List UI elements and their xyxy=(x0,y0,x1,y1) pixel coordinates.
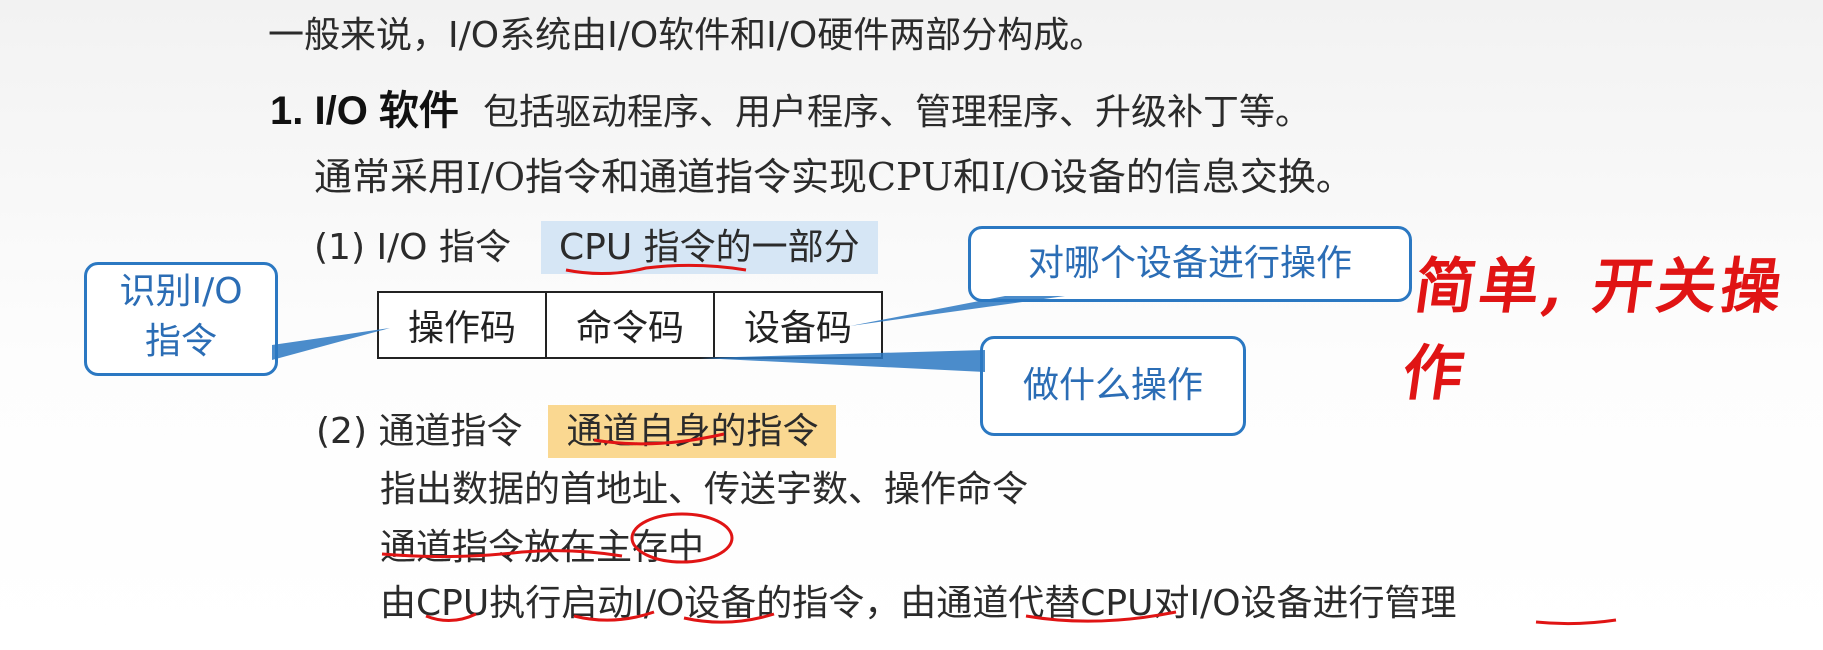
command-code-cell: 命令码 xyxy=(545,291,715,359)
channel-instruction-row: (2) 通道指令 通道自身的指令 xyxy=(316,402,837,458)
device-code-cell: 设备码 xyxy=(713,291,883,359)
section-heading: 1. I/O 软件 包括驱动程序、用户程序、管理程序、升级补丁等。 xyxy=(270,78,1311,136)
intro-text: 一般来说，I/O系统由I/O软件和I/O硬件两部分构成。 xyxy=(268,15,1106,56)
callout-identify-io: 识别I/O 指令 xyxy=(84,262,278,376)
channel-instruction-label: (2) 通道指令 xyxy=(316,411,523,452)
callout-which-device: 对哪个设备进行操作 xyxy=(968,226,1412,302)
io-instruction-label: (1) I/O 指令 xyxy=(314,227,511,268)
opcode-cell: 操作码 xyxy=(377,291,547,359)
channel-detail-2: 通道指令放在主存中 xyxy=(380,527,705,568)
section-description: 包括驱动程序、用户程序、管理程序、升级补丁等。 xyxy=(482,92,1311,133)
callout-identify-text: 识别I/O 指令 xyxy=(119,271,243,362)
callout-what-operation: 做什么操作 xyxy=(980,336,1246,436)
channel-instruction-highlight: 通道自身的指令 xyxy=(548,405,837,458)
callout-identify-pointer xyxy=(272,328,390,360)
handwritten-note: 简单, 开关操作 xyxy=(1398,252,1791,409)
section-title: 1. I/O 软件 xyxy=(270,89,459,133)
exchange-description: 通常采用I/O指令和通道指令实现CPU和I/O设备的信息交换。 xyxy=(314,155,1354,199)
instruction-format-table: 操作码 命令码 设备码 xyxy=(377,291,883,359)
io-instruction-highlight: CPU 指令的一部分 xyxy=(540,221,878,274)
channel-detail-1: 指出数据的首地址、传送字数、操作命令 xyxy=(380,469,1029,510)
io-instruction-row: (1) I/O 指令 CPU 指令的一部分 xyxy=(314,218,878,274)
channel-detail-3: 由CPU执行启动I/O设备的指令，由通道代替CPU对I/O设备进行管理 xyxy=(380,583,1457,624)
instruction-format-row: 操作码 命令码 设备码 xyxy=(377,291,883,359)
underline-manage xyxy=(1535,618,1617,626)
